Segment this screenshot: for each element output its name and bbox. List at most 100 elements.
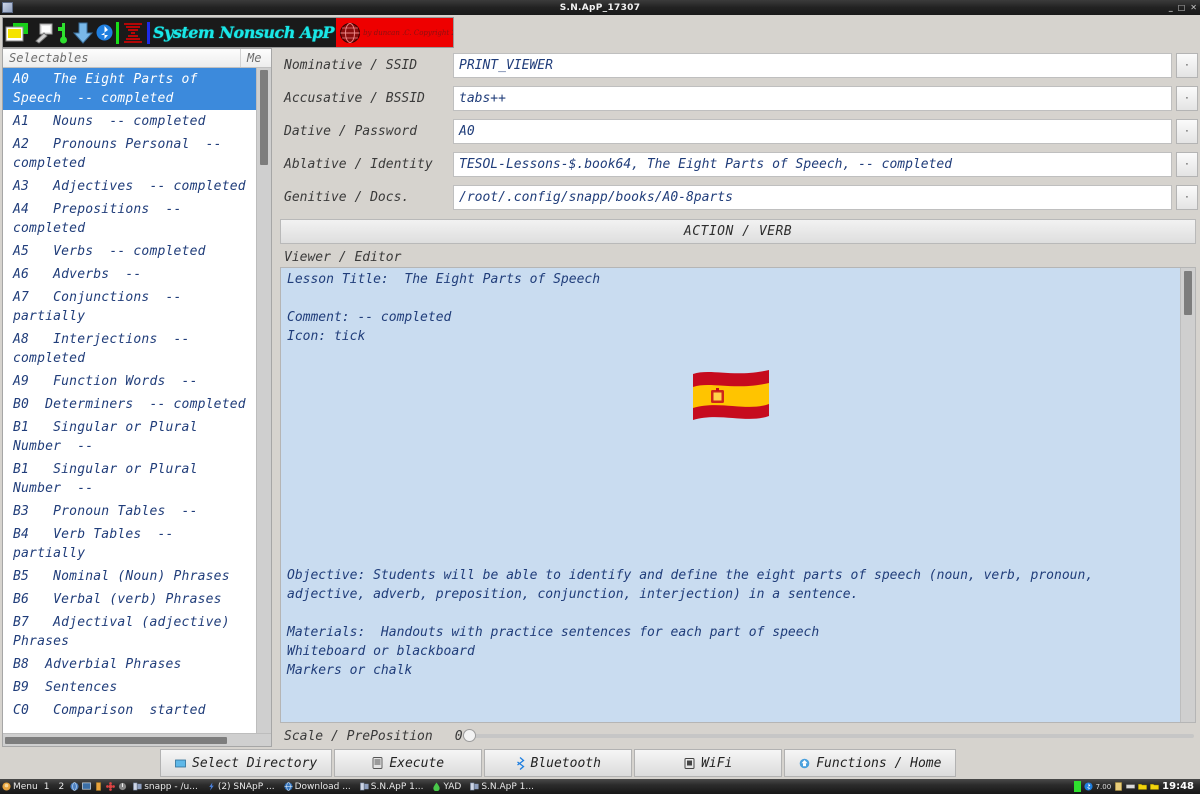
list-item[interactable]: A0 The Eight Parts of Speech -- complete… (3, 68, 256, 110)
minimize-button[interactable]: _ (1169, 3, 1173, 12)
button-label: WiFi (701, 755, 733, 771)
list-item[interactable]: B6 Verbal (verb) Phrases (3, 588, 256, 611)
pen-icon (35, 23, 53, 44)
bottom-button-bar: Select Directory Execute Bluetooth WiFi Func… (0, 747, 1200, 779)
pinwheel-icon[interactable] (106, 782, 116, 791)
field-input[interactable]: TESOL-Lessons-$.book64, The Eight Parts … (453, 152, 1172, 177)
bluetooth-button[interactable]: Bluetooth (484, 749, 633, 777)
list-item[interactable]: B1 Singular or Plural Number -- (3, 416, 256, 458)
window-controls[interactable]: _ □ ✕ (1169, 0, 1197, 15)
execute-button[interactable]: Execute (334, 749, 483, 777)
taskbar-window-button[interactable]: S.N.ApP 1... (467, 782, 537, 792)
clipboard-icon[interactable] (1114, 782, 1123, 791)
field-input[interactable]: /root/.config/snapp/books/A0-8parts (453, 185, 1172, 210)
list-item[interactable]: A7 Conjunctions -- partially (3, 286, 256, 328)
viewer-editor-text[interactable]: Lesson Title: The Eight Parts of Speech C… (281, 268, 1180, 722)
editor-vscroll-thumb[interactable] (1184, 271, 1192, 315)
selectables-panel: Selectables Me A0 The Eight Parts of Spe… (2, 48, 272, 747)
bluetooth-icon (96, 24, 113, 41)
list-item[interactable]: B7 Adjectival (adjective) Phrases (3, 611, 256, 653)
close-button[interactable]: ✕ (1190, 3, 1197, 12)
list-item[interactable]: B9 Sentences (3, 676, 256, 699)
list-item[interactable]: B4 Verb Tables -- partially (3, 523, 256, 565)
battery-icon[interactable] (94, 782, 103, 791)
field-dropdown-button[interactable]: · (1176, 119, 1198, 144)
taskbar-window-label: S.N.ApP 1... (370, 781, 424, 792)
taskbar-window-button[interactable]: YAD (429, 782, 464, 792)
list-vscroll-thumb[interactable] (260, 70, 268, 165)
cpu-load-label: 7.00 (1095, 782, 1112, 791)
list-item[interactable]: A5 Verbs -- completed (3, 240, 256, 263)
download-arrow-icon (73, 22, 93, 44)
list-item[interactable]: B1 Singular or Plural Number -- (3, 458, 256, 500)
list-vertical-scrollbar[interactable] (256, 68, 271, 733)
banner-copyright-strip: by duncan .C. Copyright 2020 (336, 18, 453, 47)
taskbar-window-button[interactable]: S.N.ApP 1... (357, 782, 427, 792)
taskbar-window-button[interactable]: (2) SNApP ... (204, 782, 278, 792)
list-horizontal-scrollbar[interactable] (3, 733, 271, 746)
viewer-editor-wrap: Lesson Title: The Eight Parts of Speech C… (280, 267, 1196, 723)
bolt-icon (207, 782, 216, 791)
list-item[interactable]: A2 Pronouns Personal -- completed (3, 133, 256, 175)
list-item[interactable]: B5 Nominal (Noun) Phrases (3, 565, 256, 588)
menu-label[interactable]: Menu (13, 782, 38, 792)
form-row: Accusative / BSSID tabs++ · (278, 85, 1198, 112)
folder-icon[interactable] (1150, 782, 1160, 791)
list-item[interactable]: A9 Function Words -- (3, 370, 256, 393)
list-item[interactable]: B0 Determiners -- completed (3, 393, 256, 416)
globe-icon (284, 782, 293, 791)
field-input[interactable]: tabs++ (453, 86, 1172, 111)
field-input[interactable]: PRINT_VIEWER (453, 53, 1172, 78)
window-title: S.N.ApP_17307 (559, 2, 641, 13)
editor-vertical-scrollbar[interactable] (1180, 268, 1195, 722)
form-row: Nominative / SSID PRINT_VIEWER · (278, 52, 1198, 79)
field-dropdown-button[interactable]: · (1176, 53, 1198, 78)
list-item[interactable]: A6 Adverbs -- (3, 263, 256, 286)
globe-icon[interactable] (70, 782, 79, 791)
field-dropdown-button[interactable]: · (1176, 86, 1198, 111)
start-menu-button[interactable]: Menu (2, 782, 38, 792)
field-dropdown-button[interactable]: · (1176, 185, 1198, 210)
app-banner: System Nonsuch ApP by duncan .C. Copyrig… (0, 15, 1200, 48)
taskbar-window-label: Download ... (294, 781, 351, 792)
folder-icon (175, 758, 186, 769)
scale-slider[interactable] (462, 729, 1194, 742)
taskbar-window-button[interactable]: Download ... (281, 782, 354, 792)
field-dropdown-button[interactable]: · (1176, 152, 1198, 177)
banner-copyright: by duncan .C. Copyright 2020 (363, 28, 453, 37)
maximize-button[interactable]: □ (1178, 3, 1186, 12)
column-header-selectables[interactable]: Selectables (3, 49, 241, 67)
desktop-2-button[interactable]: 2 (55, 782, 67, 792)
taskbar-window-button[interactable]: snapp - /u... (130, 782, 201, 792)
functions-home-button[interactable]: Functions / Home (784, 749, 957, 777)
power-icon[interactable] (118, 782, 127, 791)
keyboard-icon[interactable] (1126, 782, 1136, 791)
taskbar-window-label: (2) SNApP ... (217, 781, 275, 792)
list-item[interactable]: B3 Pronoun Tables -- (3, 500, 256, 523)
select-directory-button[interactable]: Select Directory (160, 749, 333, 777)
editor-image-wrap (287, 346, 1174, 566)
bluetooth-icon[interactable] (1084, 782, 1093, 791)
scale-slider-knob[interactable] (462, 729, 476, 742)
action-verb-button[interactable]: ACTION / VERB (280, 219, 1196, 244)
column-header-meta[interactable]: Me (241, 49, 271, 67)
list-hscroll-thumb[interactable] (5, 737, 227, 744)
display-icon[interactable] (82, 782, 92, 791)
list-item[interactable]: A3 Adjectives -- completed (3, 175, 256, 198)
wifi-button[interactable]: WiFi (634, 749, 783, 777)
list-item[interactable]: B8 Adverbial Phrases (3, 653, 256, 676)
selectables-list[interactable]: A0 The Eight Parts of Speech -- complete… (3, 68, 256, 733)
list-item[interactable]: C0 Comparison started (3, 699, 256, 722)
field-label: Ablative / Identity (284, 157, 433, 172)
desktop-1-button[interactable]: 1 (41, 782, 53, 792)
app-icon (470, 782, 479, 791)
green-bar-icon[interactable] (1073, 781, 1081, 792)
list-item[interactable]: A8 Interjections -- completed (3, 328, 256, 370)
drop-icon (432, 782, 441, 791)
banner-app-name: System Nonsuch ApP (153, 23, 335, 42)
terminal-icon (372, 757, 383, 769)
field-input[interactable]: A0 (453, 119, 1172, 144)
folder-icon[interactable] (1138, 782, 1148, 791)
list-item[interactable]: A4 Prepositions -- completed (3, 198, 256, 240)
list-item[interactable]: A1 Nouns -- completed (3, 110, 256, 133)
